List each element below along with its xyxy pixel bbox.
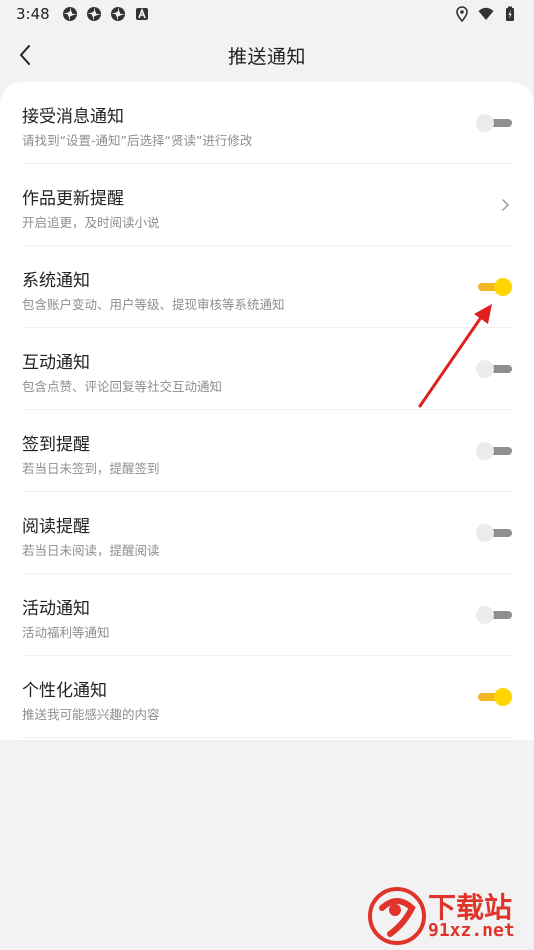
status-icons-right [454,6,518,22]
toggle-checkin-reminder[interactable] [476,442,512,460]
toggle-knob [494,278,512,296]
setting-subtitle: 若当日未签到，提醒签到 [22,461,160,476]
watermark-logo-icon [368,887,426,945]
pinwheel-icon [86,7,101,21]
setting-subtitle: 开启追更，及时阅读小说 [22,215,160,230]
setting-subtitle: 若当日未阅读，提醒阅读 [22,543,160,558]
setting-title: 系统通知 [22,271,90,291]
pinwheel-icon [110,7,125,21]
screen: 3:48 推送通知 接受消息通知 请找到“设置-通知”后选择“贤读”进行修改 作… [0,0,534,950]
setting-row-accept-notifications[interactable]: 接受消息通知 请找到“设置-通知”后选择“贤读”进行修改 [0,82,534,164]
setting-subtitle: 请找到“设置-通知”后选择“贤读”进行修改 [22,133,253,148]
annotation-arrow-icon [418,304,492,408]
toggle-activity-notifications[interactable] [476,606,512,624]
app-letter-icon [135,7,148,20]
status-icons-left [62,6,150,22]
wifi-icon [478,7,494,20]
setting-row-personalized-notifications[interactable]: 个性化通知 推送我可能感兴趣的内容 [0,656,534,738]
setting-subtitle: 包含点赞、评论回复等社交互动通知 [22,379,223,394]
setting-subtitle: 包含账户变动、用户等级、提现审核等系统通知 [22,297,285,312]
setting-subtitle: 活动福利等通知 [22,625,110,640]
setting-title: 接受消息通知 [22,107,124,127]
watermark-bottom-text: 91xz.net [428,920,515,941]
toggle-personalized-notifications[interactable] [476,688,512,706]
setting-row-reading-reminder[interactable]: 阅读提醒 若当日未阅读，提醒阅读 [0,492,534,574]
toggle-knob [476,114,494,132]
status-time: 3:48 [16,5,50,23]
setting-subtitle: 推送我可能感兴趣的内容 [22,707,160,722]
toggle-knob [494,688,512,706]
setting-title: 阅读提醒 [22,517,90,537]
setting-row-update-reminder[interactable]: 作品更新提醒 开启追更，及时阅读小说 [0,164,534,246]
chevron-right-icon [502,199,509,211]
toggle-knob [476,442,494,460]
toggle-accept-notifications[interactable] [476,114,512,132]
pinwheel-icon [62,7,77,21]
divider [22,737,512,738]
setting-row-activity-notifications[interactable]: 活动通知 活动福利等通知 [0,574,534,656]
toggle-system-notifications[interactable] [476,278,512,296]
back-button[interactable] [10,40,40,70]
toggle-knob [476,606,494,624]
setting-title: 作品更新提醒 [22,189,124,209]
setting-title: 互动通知 [22,353,90,373]
status-bar: 3:48 [0,0,534,28]
chevron-left-icon [20,45,30,65]
app-header: 推送通知 [0,28,534,82]
page-title: 推送通知 [227,45,306,68]
location-icon [456,6,468,22]
setting-title: 活动通知 [22,599,90,619]
setting-row-checkin-reminder[interactable]: 签到提醒 若当日未签到，提醒签到 [0,410,534,492]
setting-title: 个性化通知 [22,681,107,701]
watermark: 下载站 91xz.net [364,884,534,950]
battery-icon [506,6,514,21]
toggle-reading-reminder[interactable] [476,524,512,542]
toggle-knob [476,524,494,542]
setting-title: 签到提醒 [22,435,90,455]
